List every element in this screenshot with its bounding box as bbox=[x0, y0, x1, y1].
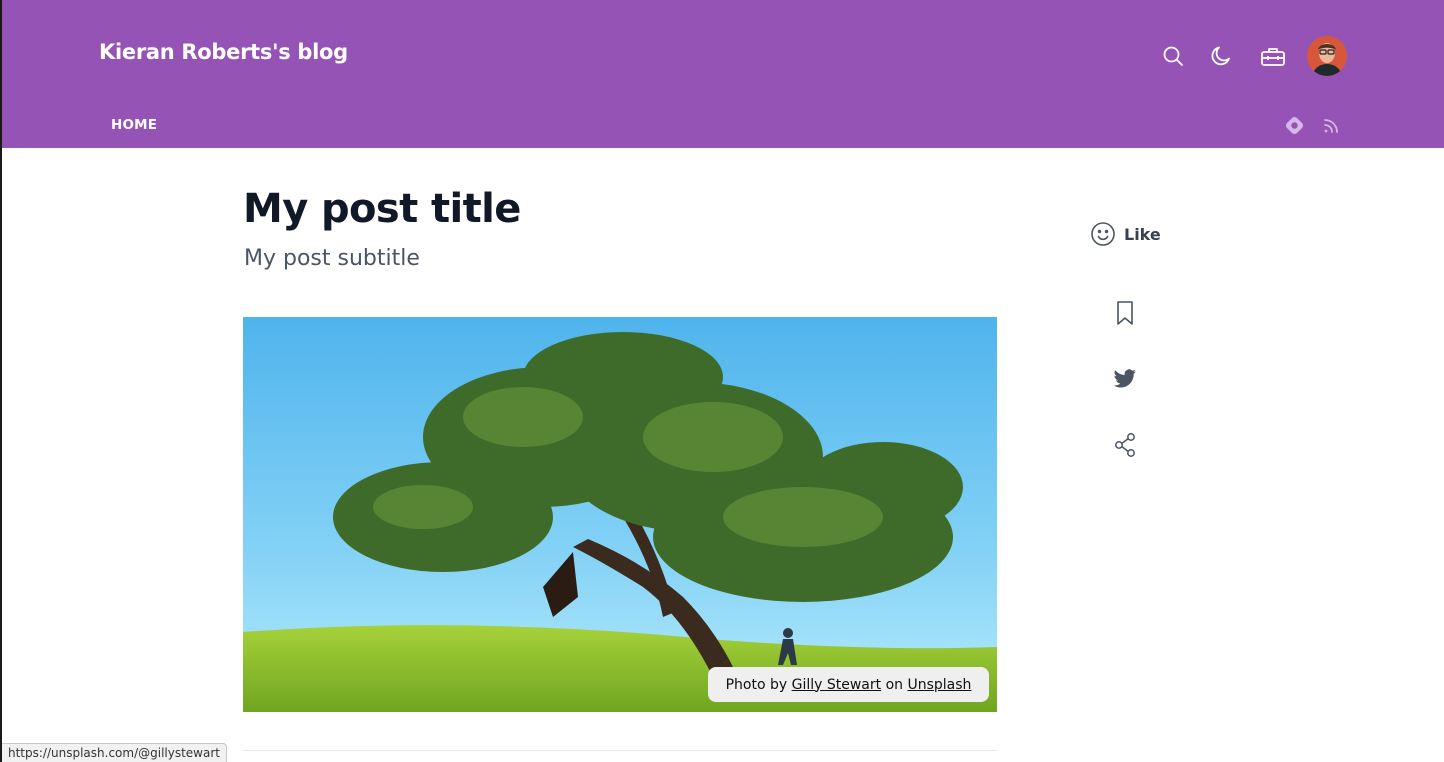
smile-icon bbox=[1090, 221, 1116, 247]
credit-middle: on bbox=[885, 676, 904, 693]
browser-status-bar: https://unsplash.com/@gillystewart bbox=[2, 743, 227, 762]
moon-icon[interactable] bbox=[1207, 42, 1235, 70]
toolbox-icon[interactable] bbox=[1259, 42, 1287, 70]
search-icon[interactable] bbox=[1159, 42, 1187, 70]
post-title: My post title bbox=[243, 186, 521, 232]
content-divider bbox=[243, 750, 997, 751]
site-header: Kieran Roberts's blog HOME bbox=[2, 0, 1444, 148]
credit-prefix: Photo by bbox=[725, 676, 788, 693]
cover-image bbox=[243, 317, 997, 712]
bookmark-icon[interactable] bbox=[1111, 299, 1139, 327]
like-label: Like bbox=[1124, 224, 1161, 244]
photo-credit: Photo by Gilly Stewart on Unsplash bbox=[708, 667, 989, 702]
avatar[interactable] bbox=[1307, 36, 1347, 76]
twitter-icon[interactable] bbox=[1111, 365, 1139, 393]
credit-author-link[interactable]: Gilly Stewart bbox=[792, 677, 882, 693]
blog-title[interactable]: Kieran Roberts's blog bbox=[99, 40, 348, 64]
like-button[interactable]: Like bbox=[1090, 221, 1161, 247]
rss-icon[interactable] bbox=[1317, 112, 1345, 140]
share-icon[interactable] bbox=[1111, 431, 1139, 459]
post-subtitle: My post subtitle bbox=[244, 246, 420, 271]
nav-home-link[interactable]: HOME bbox=[111, 117, 157, 133]
credit-site-link[interactable]: Unsplash bbox=[907, 677, 971, 693]
hashnode-icon[interactable] bbox=[1281, 112, 1309, 140]
